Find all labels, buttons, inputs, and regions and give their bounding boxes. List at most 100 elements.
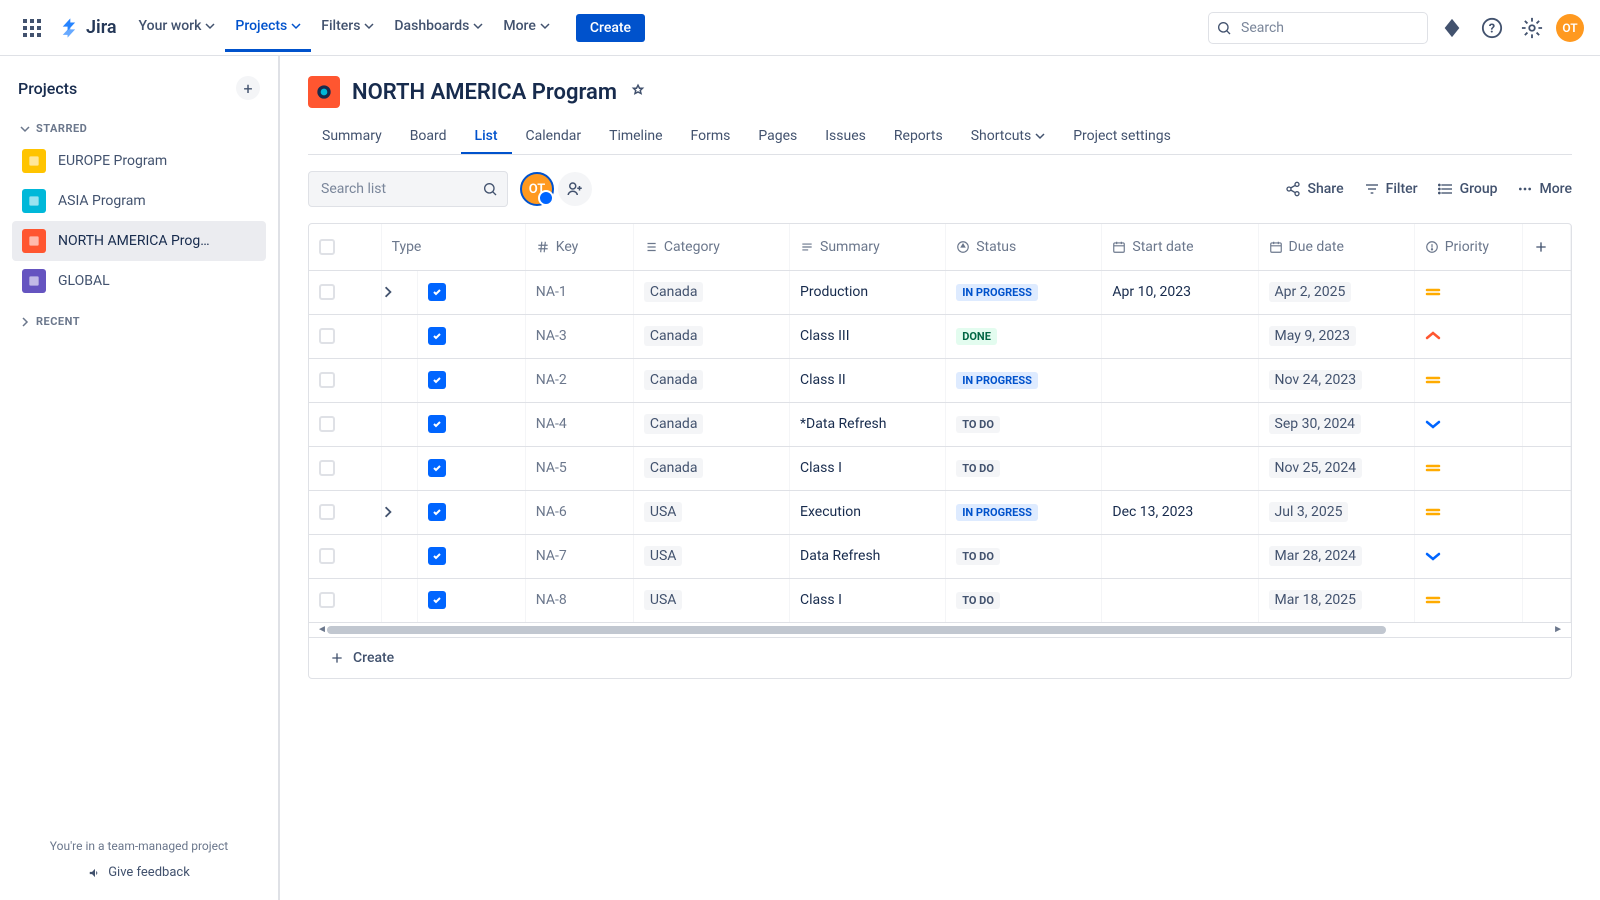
tab-pages[interactable]: Pages [744, 120, 811, 154]
create-button[interactable]: Create [576, 14, 645, 42]
header-due-date[interactable]: Due date [1258, 224, 1414, 270]
cell-due-date[interactable]: Mar 18, 2025 [1258, 578, 1414, 622]
customize-icon[interactable] [629, 83, 647, 101]
nav-item-dashboards[interactable]: Dashboards [384, 4, 493, 52]
cell-priority[interactable] [1414, 270, 1522, 314]
notifications-icon[interactable] [1436, 12, 1468, 44]
add-people-button[interactable] [558, 172, 592, 206]
row-checkbox[interactable] [309, 402, 381, 446]
tab-reports[interactable]: Reports [880, 120, 957, 154]
cell-start-date[interactable] [1102, 358, 1258, 402]
nav-item-more[interactable]: More [493, 4, 560, 52]
app-switcher-icon[interactable] [16, 12, 48, 44]
cell-key[interactable]: NA-8 [525, 578, 633, 622]
cell-priority[interactable] [1414, 578, 1522, 622]
cell-key[interactable]: NA-5 [525, 446, 633, 490]
add-project-button[interactable]: + [236, 76, 260, 100]
row-expand[interactable] [381, 402, 417, 446]
starred-header[interactable]: STARRED [12, 116, 266, 141]
table-row[interactable]: NA-1 Canada Production IN PROGRESS Apr 1… [309, 270, 1571, 314]
cell-summary[interactable]: Class III [790, 314, 946, 358]
horizontal-scrollbar[interactable]: ◄ ► [309, 623, 1571, 637]
sidebar-project-item[interactable]: ASIA Program [12, 181, 266, 221]
cell-start-date[interactable] [1102, 314, 1258, 358]
table-row[interactable]: NA-7 USA Data Refresh TO DO Mar 28, 2024 [309, 534, 1571, 578]
cell-start-date[interactable] [1102, 534, 1258, 578]
cell-summary[interactable]: *Data Refresh [790, 402, 946, 446]
chevron-right-icon[interactable] [382, 286, 394, 298]
row-checkbox[interactable] [309, 270, 381, 314]
tab-forms[interactable]: Forms [677, 120, 745, 154]
filter-button[interactable]: Filter [1364, 181, 1418, 197]
header-summary[interactable]: Summary [790, 224, 946, 270]
cell-start-date[interactable] [1102, 578, 1258, 622]
cell-status[interactable]: TO DO [946, 534, 1102, 578]
row-checkbox[interactable] [309, 358, 381, 402]
cell-status[interactable]: IN PROGRESS [946, 270, 1102, 314]
row-checkbox[interactable] [309, 490, 381, 534]
cell-summary[interactable]: Class I [790, 446, 946, 490]
row-expand[interactable] [381, 314, 417, 358]
row-checkbox[interactable] [309, 314, 381, 358]
cell-due-date[interactable]: Nov 25, 2024 [1258, 446, 1414, 490]
cell-due-date[interactable]: Sep 30, 2024 [1258, 402, 1414, 446]
table-row[interactable]: NA-8 USA Class I TO DO Mar 18, 2025 [309, 578, 1571, 622]
table-row[interactable]: NA-5 Canada Class I TO DO Nov 25, 2024 [309, 446, 1571, 490]
cell-key[interactable]: NA-1 [525, 270, 633, 314]
user-avatar[interactable]: OT [1556, 14, 1584, 42]
row-expand[interactable] [381, 358, 417, 402]
cell-status[interactable]: TO DO [946, 402, 1102, 446]
table-row[interactable]: NA-4 Canada *Data Refresh TO DO Sep 30, … [309, 402, 1571, 446]
tab-board[interactable]: Board [396, 120, 461, 154]
header-key[interactable]: Key [525, 224, 633, 270]
cell-start-date[interactable]: Dec 13, 2023 [1102, 490, 1258, 534]
cell-status[interactable]: DONE [946, 314, 1102, 358]
sidebar-project-item[interactable]: NORTH AMERICA Prog… [12, 221, 266, 261]
cell-priority[interactable] [1414, 490, 1522, 534]
tab-shortcuts[interactable]: Shortcuts [957, 120, 1060, 154]
cell-due-date[interactable]: Jul 3, 2025 [1258, 490, 1414, 534]
more-button[interactable]: More [1517, 181, 1572, 197]
jira-logo[interactable]: Jira [52, 17, 125, 39]
row-expand[interactable] [381, 534, 417, 578]
cell-key[interactable]: NA-4 [525, 402, 633, 446]
row-checkbox[interactable] [309, 446, 381, 490]
cell-priority[interactable] [1414, 402, 1522, 446]
cell-summary[interactable]: Class II [790, 358, 946, 402]
cell-priority[interactable] [1414, 358, 1522, 402]
cell-priority[interactable] [1414, 446, 1522, 490]
tab-timeline[interactable]: Timeline [595, 120, 676, 154]
scroll-thumb[interactable] [327, 626, 1386, 634]
nav-item-projects[interactable]: Projects [225, 4, 311, 52]
cell-due-date[interactable]: May 9, 2023 [1258, 314, 1414, 358]
cell-priority[interactable] [1414, 314, 1522, 358]
header-status[interactable]: Status [946, 224, 1102, 270]
cell-summary[interactable]: Execution [790, 490, 946, 534]
header-checkbox[interactable] [309, 224, 381, 270]
list-search-input[interactable] [308, 171, 508, 207]
cell-due-date[interactable]: Nov 24, 2023 [1258, 358, 1414, 402]
cell-summary[interactable]: Data Refresh [790, 534, 946, 578]
cell-key[interactable]: NA-7 [525, 534, 633, 578]
row-expand[interactable] [381, 446, 417, 490]
cell-status[interactable]: TO DO [946, 446, 1102, 490]
row-expand[interactable] [381, 490, 417, 534]
cell-due-date[interactable]: Apr 2, 2025 [1258, 270, 1414, 314]
cell-priority[interactable] [1414, 534, 1522, 578]
cell-start-date[interactable]: Apr 10, 2023 [1102, 270, 1258, 314]
row-checkbox[interactable] [309, 534, 381, 578]
header-priority[interactable]: Priority [1414, 224, 1522, 270]
cell-summary[interactable]: Class I [790, 578, 946, 622]
assignee-avatar[interactable]: OT [520, 172, 554, 206]
tab-project-settings[interactable]: Project settings [1059, 120, 1185, 154]
cell-status[interactable]: IN PROGRESS [946, 490, 1102, 534]
header-category[interactable]: Category [633, 224, 789, 270]
cell-due-date[interactable]: Mar 28, 2024 [1258, 534, 1414, 578]
nav-item-your-work[interactable]: Your work [129, 4, 226, 52]
recent-header[interactable]: RECENT [12, 309, 266, 334]
tab-issues[interactable]: Issues [811, 120, 880, 154]
give-feedback-button[interactable]: Give feedback [12, 865, 266, 880]
header-type[interactable]: Type [381, 224, 525, 270]
cell-key[interactable]: NA-3 [525, 314, 633, 358]
table-row[interactable]: NA-2 Canada Class II IN PROGRESS Nov 24,… [309, 358, 1571, 402]
